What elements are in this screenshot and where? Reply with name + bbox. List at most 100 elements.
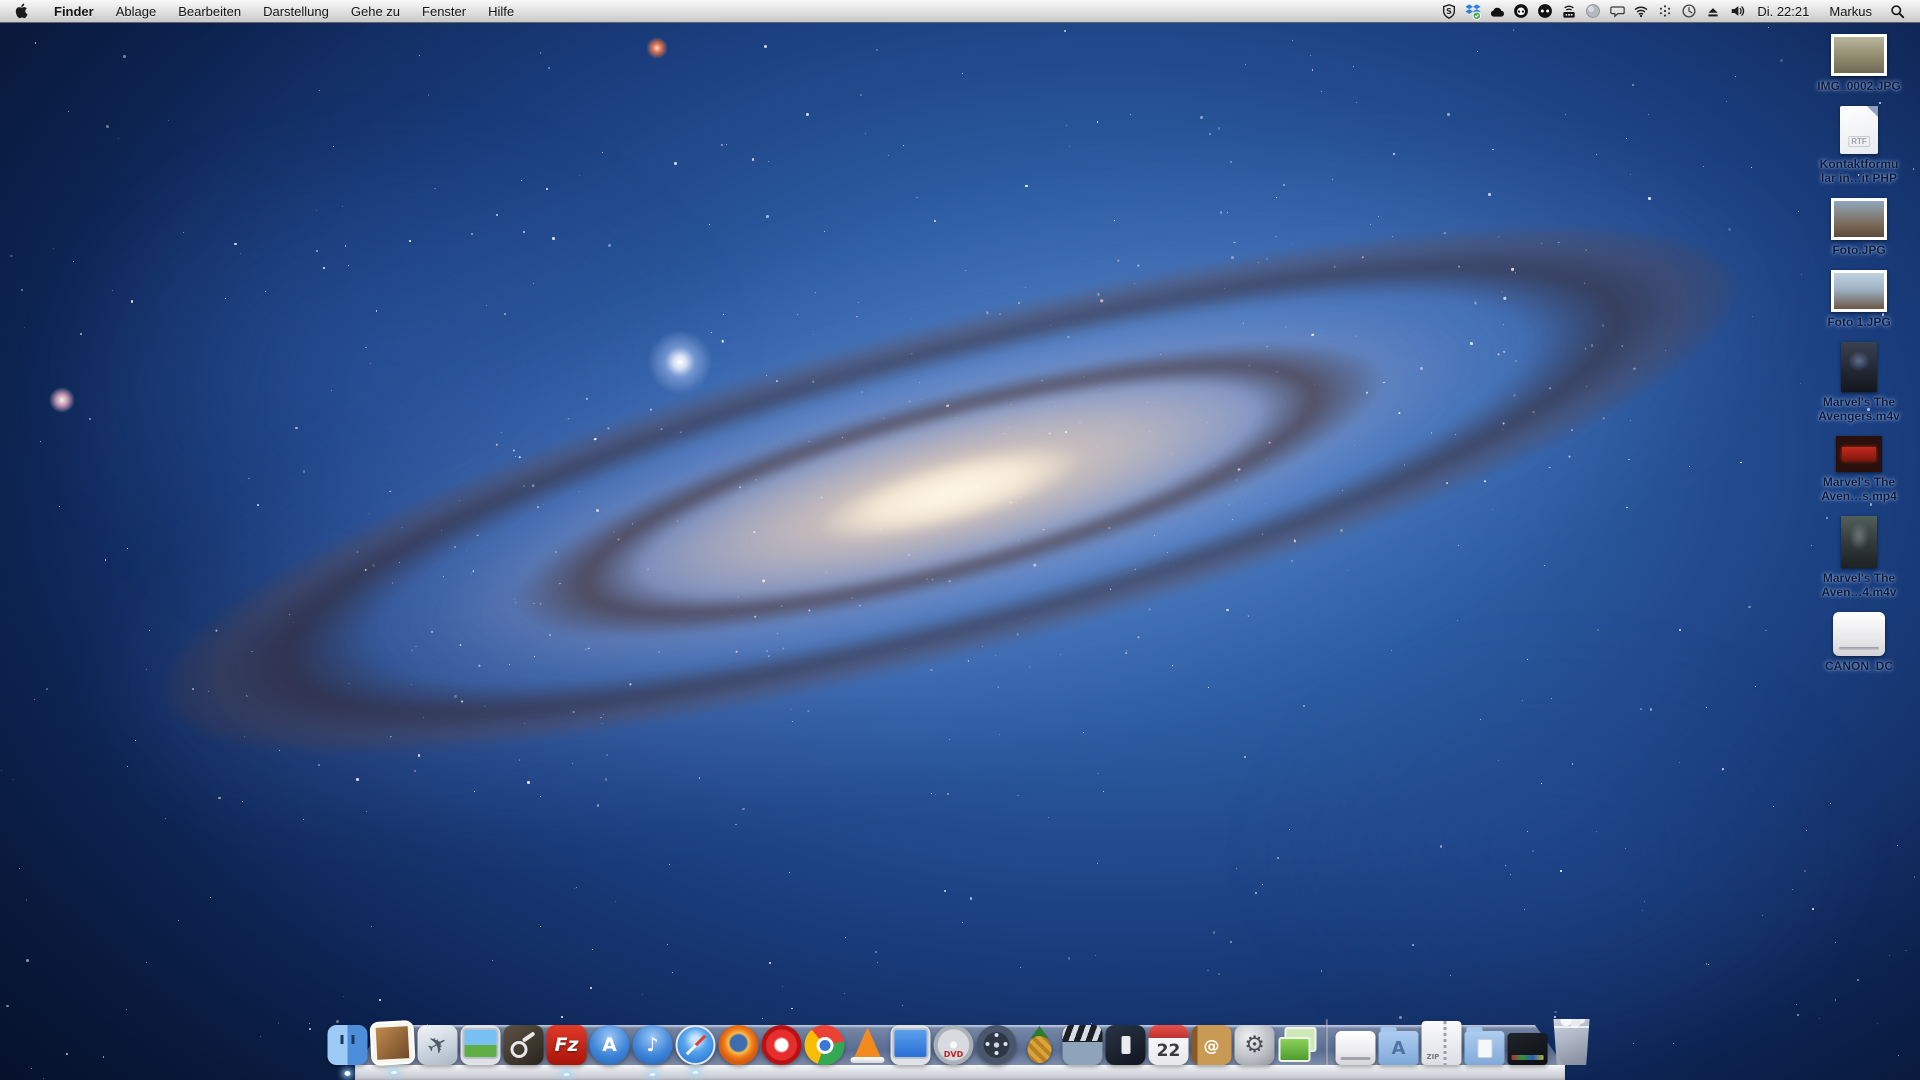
dock-item-system-preferences[interactable]: ⚙ [1235, 1025, 1275, 1065]
dock-item-drive[interactable] [1336, 1031, 1376, 1065]
apple-logo-icon [14, 3, 28, 19]
menu-ablage[interactable]: Ablage [105, 0, 167, 22]
volume-icon[interactable] [1725, 0, 1749, 22]
round-face-icon[interactable] [1509, 0, 1533, 22]
dock-item-display[interactable] [891, 1025, 931, 1065]
desktop: Finder Ablage Bearbeiten Darstellung Gehe zu… [0, 0, 1920, 1080]
svg-text:S: S [1446, 7, 1452, 16]
dock-item-glyph: A [590, 1025, 630, 1065]
dropbox-icon[interactable] [1461, 0, 1485, 22]
dock-item-app-store[interactable]: A [590, 1025, 630, 1065]
dock-item-itunes[interactable]: ♪ [633, 1025, 673, 1065]
wallpaper [0, 0, 1920, 1080]
desktop-icon-drive[interactable]: CANON_DC [1825, 612, 1893, 673]
dock-item-glyph: Fz [547, 1025, 587, 1065]
dock-item-address-book[interactable]: @ [1192, 1025, 1232, 1065]
dock-item-flight-sim[interactable]: ✈ [418, 1025, 458, 1065]
menubar-status-area: S Di. 22:21 Markus [1437, 0, 1920, 22]
dock-item-media-stack[interactable] [1508, 1033, 1548, 1065]
menubar: Finder Ablage Bearbeiten Darstellung Gehe zu… [0, 0, 1920, 23]
dock-item-finder[interactable] [328, 1025, 368, 1065]
round-dots-icon[interactable] [1533, 0, 1557, 22]
dock-item-mail[interactable] [369, 1020, 415, 1066]
speech-bubble-icon[interactable] [1605, 0, 1629, 22]
desktop-icon-photo1[interactable]: IMG_0002.JPG [1817, 34, 1900, 93]
dock-items: ✈ Fz A ♪ DVD 22 @ ⚙ A ZIP [327, 1019, 1594, 1065]
dock-item-chrome[interactable] [805, 1025, 845, 1065]
dock-item-applications-folder[interactable]: A [1379, 1031, 1419, 1065]
dock-separator [1326, 1019, 1328, 1065]
spotlight-menu[interactable] [1882, 0, 1912, 22]
menubar-menus: Finder Ablage Bearbeiten Darstellung Gehe zu… [43, 0, 525, 22]
rtf-thumbnail: RTF [1840, 106, 1878, 154]
photo2-thumbnail [1831, 198, 1887, 240]
dock-item-screen-sharing[interactable] [1278, 1025, 1318, 1065]
dock-item-glyph: ♪ [633, 1025, 673, 1065]
dock-item-filezilla[interactable]: Fz [547, 1025, 587, 1065]
dock-item-opera[interactable] [762, 1025, 802, 1065]
photo3-thumbnail [1831, 270, 1887, 312]
menubar-user-menu[interactable]: Markus [1819, 4, 1882, 19]
menu-darstellung[interactable]: Darstellung [252, 0, 340, 22]
desktop-icon-photo2[interactable]: Foto.JPG [1831, 198, 1887, 257]
desktop-icon-poster1[interactable]: Marvel's The Avengers.m4v [1818, 342, 1900, 423]
dock-item-glyph: 22 [1149, 1025, 1189, 1065]
drive-thumbnail [1833, 612, 1885, 656]
eject-icon[interactable] [1701, 0, 1725, 22]
vignette [0, 0, 1920, 1080]
menubar-clock[interactable]: Di. 22:21 [1749, 4, 1819, 19]
dock-item-documents-folder[interactable] [1465, 1031, 1505, 1065]
menu-finder[interactable]: Finder [43, 0, 105, 22]
menu-bearbeiten[interactable]: Bearbeiten [167, 0, 252, 22]
desktop-icon-label: IMG_0002.JPG [1817, 79, 1900, 93]
dock-item-glyph: DVD [934, 1025, 974, 1065]
dock: ✈ Fz A ♪ DVD 22 @ ⚙ A ZIP [355, 1008, 1565, 1080]
menu-fenster[interactable]: Fenster [411, 0, 477, 22]
desktop-icon-label: Marvel's The Avengers.m4v [1818, 395, 1900, 423]
shield-icon[interactable]: S [1437, 0, 1461, 22]
search-icon [1890, 4, 1905, 19]
dock-item-firefox[interactable] [719, 1025, 759, 1065]
time-machine-icon[interactable] [1677, 0, 1701, 22]
wireless-device-icon[interactable] [1557, 0, 1581, 22]
clip-thumbnail [1836, 436, 1882, 472]
photo1-thumbnail [1831, 34, 1887, 76]
desktop-icon-label: Foto.JPG [1832, 243, 1885, 257]
menubar-status-icons: S [1437, 0, 1749, 22]
dock-item-steam[interactable] [504, 1025, 544, 1065]
dock-item-remote-desktop[interactable] [461, 1025, 501, 1065]
cloud-icon[interactable] [1485, 0, 1509, 22]
dock-item-media-box[interactable] [1106, 1025, 1146, 1065]
wifi-icon[interactable] [1629, 0, 1653, 22]
file-type-badge: RTF [1848, 136, 1870, 147]
globe-icon[interactable] [1581, 0, 1605, 22]
dock-item-safari[interactable] [676, 1025, 716, 1065]
desktop-icon-poster2[interactable]: Marvel's The Aven…4.m4v [1822, 516, 1897, 599]
dock-item-vlc[interactable] [848, 1025, 888, 1065]
menu-hilfe[interactable]: Hilfe [477, 0, 525, 22]
dock-item-glyph: ⚙ [1235, 1025, 1275, 1065]
dock-item-zip-archive[interactable]: ZIP [1422, 1021, 1462, 1065]
desktop-icon-label: Kontaktformu lar in…it PHP [1820, 157, 1899, 185]
dock-item-glyph: A [1379, 1031, 1419, 1065]
dock-item-glyph: ZIP [1422, 1021, 1462, 1065]
poster1-thumbnail [1841, 342, 1877, 392]
dock-item-calendar[interactable]: 22 [1149, 1025, 1189, 1065]
poster2-thumbnail [1841, 516, 1877, 568]
dock-item-glyph: ✈ [410, 1018, 465, 1073]
desktop-icon-label: Foto 1.JPG [1827, 315, 1890, 329]
dock-item-handbrake[interactable] [1020, 1025, 1060, 1065]
dock-item-film-reel[interactable] [977, 1025, 1017, 1065]
dock-item-clapperboard[interactable] [1063, 1025, 1103, 1065]
apple-menu[interactable] [0, 0, 43, 22]
dots-asterisk-icon[interactable] [1653, 0, 1677, 22]
desktop-icon-label: Marvel's The Aven…s.mp4 [1821, 475, 1897, 503]
menu-gehe-zu[interactable]: Gehe zu [340, 0, 411, 22]
dock-shelf-front [355, 1065, 1565, 1080]
desktop-icon-clip[interactable]: Marvel's The Aven…s.mp4 [1821, 436, 1897, 503]
dock-item-dvd[interactable]: DVD [934, 1025, 974, 1065]
desktop-icon-rtf[interactable]: RTF Kontaktformu lar in…it PHP [1820, 106, 1899, 185]
dock-item-trash[interactable] [1551, 1019, 1593, 1065]
desktop-icon-photo3[interactable]: Foto 1.JPG [1827, 270, 1890, 329]
desktop-icon-label: CANON_DC [1825, 659, 1893, 673]
